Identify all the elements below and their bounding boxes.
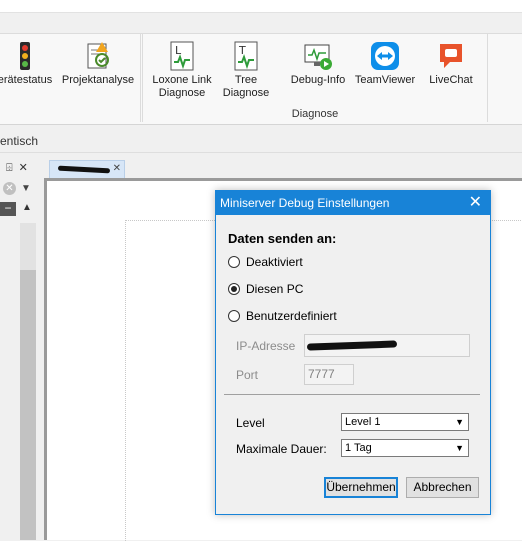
breadcrumb: entisch [0, 134, 39, 148]
loxone-link-diagnose-button[interactable]: L Loxone Link Diagnose [147, 40, 217, 100]
level-label: Level [236, 416, 265, 430]
chevron-down-icon: ▼ [455, 417, 464, 427]
radio-selected-icon [228, 283, 240, 295]
max-duration-value: 1 Tag [345, 442, 372, 454]
project-analysis-button[interactable]: Projektanalyse [59, 40, 137, 87]
pin-icon[interactable]: ⌹ [6, 162, 13, 174]
radio-deaktiviert[interactable]: Deaktiviert [228, 255, 303, 269]
debug-info-icon [302, 40, 334, 72]
radio-diesen-pc[interactable]: Diesen PC [228, 282, 303, 296]
tree-diagnose-label: Tree Diagnose [222, 74, 270, 99]
apply-button[interactable]: Übernehmen [324, 477, 398, 498]
radio-circle-icon [228, 256, 240, 268]
title-strip [0, 0, 522, 13]
port-label: Port [236, 368, 259, 382]
teamviewer-label: TeamViewer [354, 74, 416, 86]
redacted-ip-value [306, 340, 398, 351]
ribbon-group-diagnose: L Loxone Link Diagnose T Tree Diagnose D… [142, 34, 488, 122]
document-tab[interactable]: ✕ [49, 160, 125, 178]
tree-diagnosis-icon: T [230, 40, 262, 72]
debug-settings-dialog: Miniserver Debug Einstellungen ✕ Daten s… [215, 190, 491, 515]
chevron-down-icon[interactable]: ▼ [21, 183, 31, 194]
loxone-link-diagnose-label: Loxone Link Diagnose [152, 74, 212, 99]
close-icon[interactable]: ✕ [469, 191, 482, 215]
separator [224, 394, 480, 395]
project-analysis-label: Projektanalyse [61, 74, 135, 86]
scrollbar-thumb[interactable] [20, 270, 36, 540]
radio-label: Diesen PC [246, 282, 304, 296]
close-icon[interactable]: ✕ [19, 162, 28, 174]
tree-diagnose-button[interactable]: T Tree Diagnose [213, 40, 279, 100]
port-field[interactable]: 7777 [304, 364, 354, 385]
chevron-down-icon: ▼ [455, 443, 464, 453]
radio-benutzerdefiniert[interactable]: Benutzerdefiniert [228, 309, 337, 323]
livechat-label: LiveChat [429, 74, 473, 86]
device-status-button[interactable]: erätestatus [0, 40, 58, 87]
dialog-titlebar: Miniserver Debug Einstellungen ✕ [216, 191, 490, 215]
radio-label: Deaktiviert [246, 255, 303, 269]
close-tab-icon[interactable]: ✕ [113, 163, 121, 174]
max-duration-label: Maximale Dauer: [236, 442, 327, 456]
left-pane: ⌹ ✕ ✕ ▼ − ▲ [0, 157, 42, 540]
traffic-light-icon [9, 40, 41, 72]
scroll-up-icon[interactable]: ▲ [22, 202, 32, 213]
dialog-title: Miniserver Debug Einstellungen [220, 196, 390, 210]
diagnose-group-label: Diagnose [291, 108, 339, 120]
collapse-button[interactable]: − [0, 202, 16, 216]
ribbon-group-status: erätestatus Projektanalyse [0, 34, 141, 122]
level-value: Level 1 [345, 416, 381, 428]
cancel-button[interactable]: Abbrechen [406, 477, 479, 498]
level-select[interactable]: Level 1 ▼ [341, 413, 469, 431]
radio-circle-icon [228, 310, 240, 322]
debug-info-label: Debug-Info [290, 74, 346, 86]
ribbon: erätestatus Projektanalyse L Loxone Link… [0, 33, 522, 125]
redacted-tab-title [57, 165, 111, 174]
send-to-heading: Daten senden an: [228, 231, 337, 246]
livechat-button[interactable]: LiveChat [421, 40, 481, 87]
teamviewer-icon [369, 40, 401, 72]
radio-label: Benutzerdefiniert [246, 309, 337, 323]
debug-info-button[interactable]: Debug-Info [286, 40, 350, 87]
link-diagnosis-icon: L [166, 40, 198, 72]
project-analysis-icon [82, 40, 114, 72]
ip-address-field[interactable] [304, 334, 470, 357]
pane-controls: ⌹ ✕ [6, 161, 34, 175]
ip-address-label: IP-Adresse [236, 339, 296, 353]
divider [0, 152, 522, 153]
device-status-label: erätestatus [0, 74, 53, 86]
svg-text:L: L [175, 44, 182, 57]
svg-text:T: T [238, 44, 246, 57]
livechat-icon [435, 40, 467, 72]
clear-search-icon[interactable]: ✕ [3, 182, 16, 195]
teamviewer-button[interactable]: TeamViewer [351, 40, 419, 87]
max-duration-select[interactable]: 1 Tag ▼ [341, 439, 469, 457]
